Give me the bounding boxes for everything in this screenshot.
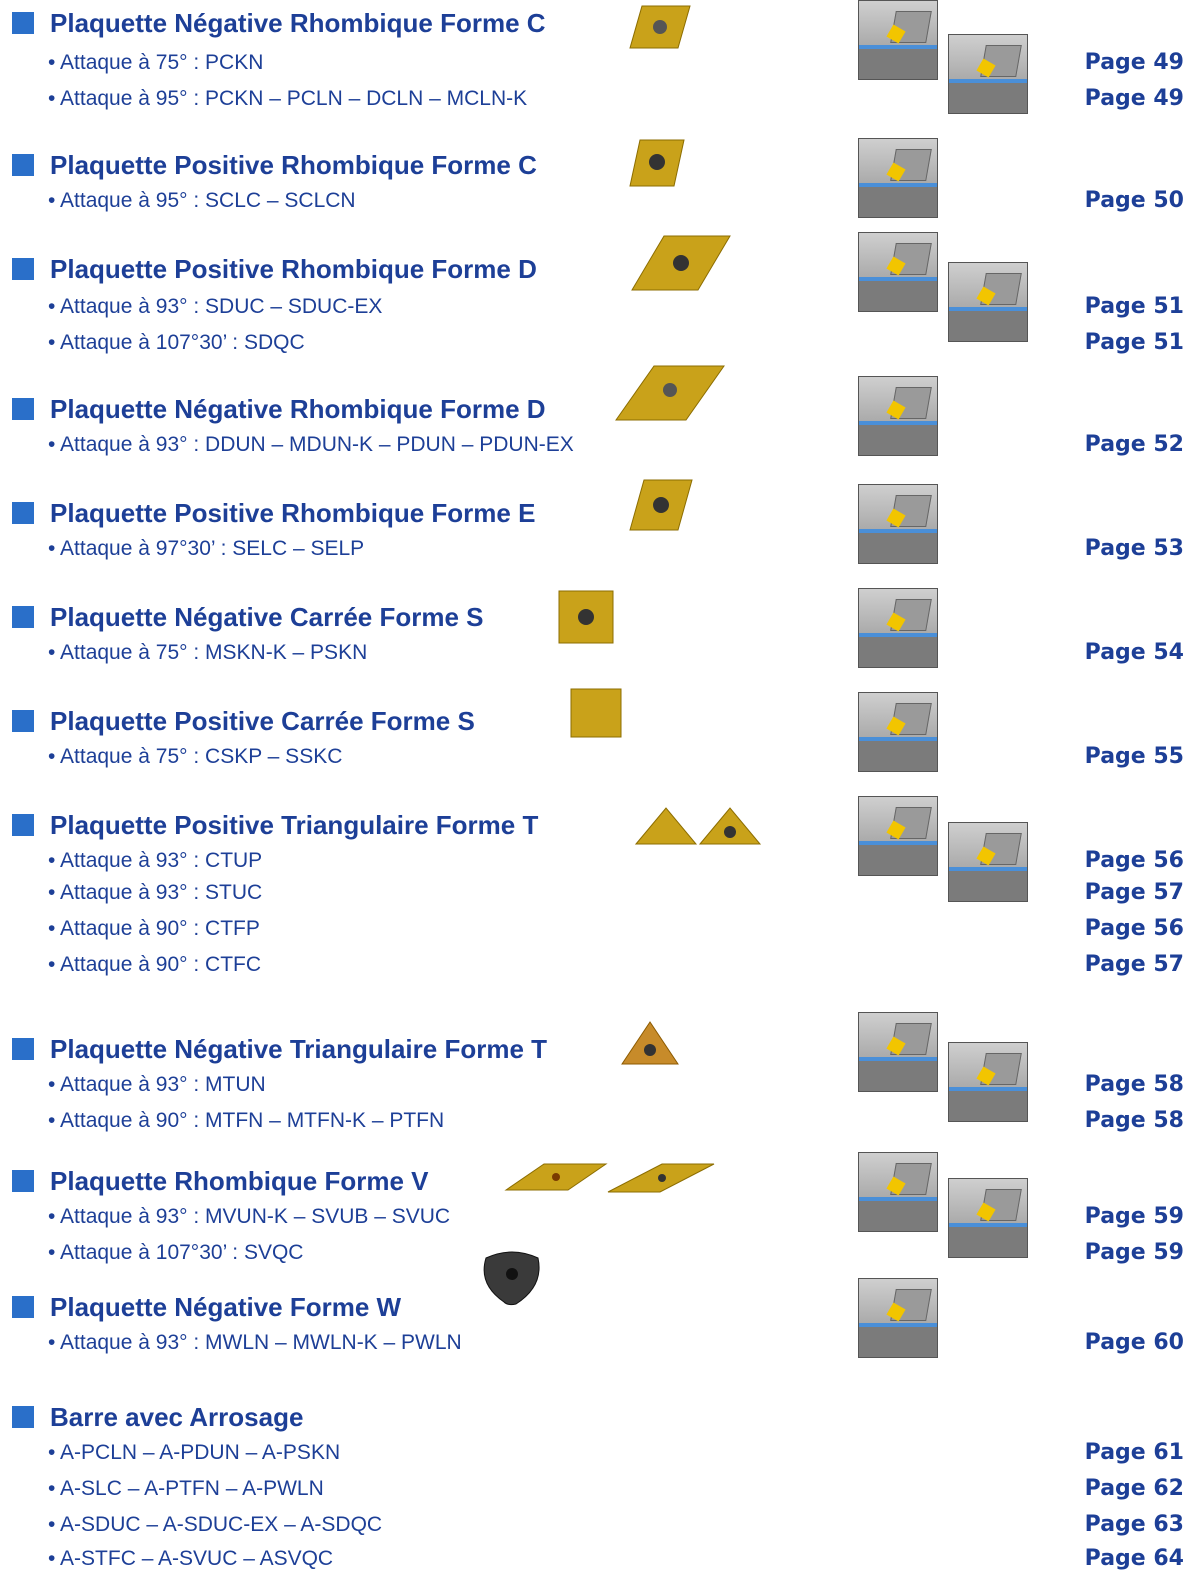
section-title: Plaquette Positive Carrée Forme S — [50, 706, 475, 736]
section-title: Plaquette Positive Rhombique Forme E — [50, 498, 536, 528]
turning-diagram-icon — [948, 822, 1028, 902]
spec-line: • Attaque à 95° : SCLC – SCLCN — [48, 189, 356, 212]
section-title: Plaquette Négative Carrée Forme S — [50, 602, 484, 632]
section-bullet-icon — [12, 1170, 34, 1192]
page-link[interactable]: Page 56 — [1085, 916, 1184, 942]
turning-diagram-icon — [858, 1012, 938, 1092]
spec-line: • A-SDUC – A-SDUC-EX – A-SDQC — [48, 1513, 383, 1536]
section-title: Plaquette Négative Rhombique Forme D — [50, 394, 546, 424]
page-link[interactable]: Page 51 — [1085, 330, 1184, 356]
turning-diagram-icon — [858, 484, 938, 564]
section-title: Barre avec Arrosage — [50, 1402, 304, 1432]
section-title: Plaquette Positive Rhombique Forme C — [50, 150, 537, 180]
spec-line: • Attaque à 97°30’ : SELC – SELP — [48, 537, 365, 560]
page-link[interactable]: Page 52 — [1085, 432, 1184, 458]
spec-line: • Attaque à 93° : MWLN – MWLN-K – PWLN — [48, 1331, 462, 1354]
spec-line: • Attaque à 93° : MTUN — [48, 1073, 266, 1096]
spec-line: • Attaque à 93° : SDUC – SDUC-EX — [48, 295, 383, 318]
page-link[interactable]: Page 64 — [1085, 1546, 1184, 1572]
page-link[interactable]: Page 57 — [1085, 880, 1184, 906]
section-bullet-icon — [12, 1406, 34, 1428]
spec-line: • Attaque à 107°30’ : SVQC — [48, 1241, 304, 1264]
insert-c-negative-icon — [629, 5, 691, 49]
spec-line: • Attaque à 75° : CSKP – SSKC — [48, 745, 343, 768]
page-link[interactable]: Page 60 — [1085, 1330, 1184, 1356]
section-bullet-icon — [12, 258, 34, 280]
page-link[interactable]: Page 49 — [1085, 50, 1184, 76]
section-bullet-icon — [12, 710, 34, 732]
page-link[interactable]: Page 63 — [1085, 1512, 1184, 1538]
spec-line: • Attaque à 93° : CTUP — [48, 849, 263, 872]
section-bullet-icon — [12, 1038, 34, 1060]
turning-diagram-icon — [858, 1278, 938, 1358]
page-link[interactable]: Page 54 — [1085, 640, 1184, 666]
insert-w-negative-icon — [483, 1251, 540, 1306]
section-title: Plaquette Négative Rhombique Forme C — [50, 8, 546, 38]
insert-d-positive-icon — [631, 235, 731, 291]
insert-t-negative-icon — [621, 1021, 679, 1065]
spec-line: • Attaque à 90° : MTFN – MTFN-K – PTFN — [48, 1109, 445, 1132]
page-link[interactable]: Page 51 — [1085, 294, 1184, 320]
spec-line: • A-STFC – A-SVUC – ASVQC — [48, 1547, 334, 1570]
spec-line: • Attaque à 95° : PCKN – PCLN – DCLN – M… — [48, 87, 528, 110]
section-title: Plaquette Positive Rhombique Forme D — [50, 254, 537, 284]
page-link[interactable]: Page 59 — [1085, 1240, 1184, 1266]
section-bullet-icon — [12, 606, 34, 628]
spec-line: • Attaque à 90° : CTFP — [48, 917, 260, 940]
section-bullet-icon — [12, 502, 34, 524]
page-link[interactable]: Page 58 — [1085, 1072, 1184, 1098]
section-title: Plaquette Positive Triangulaire Forme T — [50, 810, 539, 840]
section-title: Plaquette Négative Forme W — [50, 1292, 402, 1322]
turning-diagram-icon — [948, 262, 1028, 342]
page-link[interactable]: Page 55 — [1085, 744, 1184, 770]
spec-line: • Attaque à 75° : PCKN — [48, 51, 264, 74]
spec-line: • Attaque à 90° : CTFC — [48, 953, 262, 976]
spec-line: • A-SLC – A-PTFN – A-PWLN — [48, 1477, 324, 1500]
section-bullet-icon — [12, 12, 34, 34]
spec-line: • Attaque à 93° : STUC — [48, 881, 263, 904]
section-bullet-icon — [12, 814, 34, 836]
page-link[interactable]: Page 50 — [1085, 188, 1184, 214]
section-title: Plaquette Négative Triangulaire Forme T — [50, 1034, 548, 1064]
insert-t-positive-icon — [634, 807, 762, 845]
page-link[interactable]: Page 62 — [1085, 1476, 1184, 1502]
turning-diagram-icon — [858, 376, 938, 456]
insert-s-positive-icon — [570, 688, 622, 738]
page-link[interactable]: Page 57 — [1085, 952, 1184, 978]
page-link[interactable]: Page 49 — [1085, 86, 1184, 112]
page-link[interactable]: Page 61 — [1085, 1440, 1184, 1466]
turning-diagram-icon — [948, 34, 1028, 114]
insert-c-positive-icon — [629, 139, 685, 187]
turning-diagram-icon — [858, 796, 938, 876]
spec-line: • Attaque à 75° : MSKN-K – PSKN — [48, 641, 368, 664]
section-title: Plaquette Rhombique Forme V — [50, 1166, 429, 1196]
turning-diagram-icon — [858, 232, 938, 312]
insert-e-positive-icon — [629, 479, 693, 531]
turning-diagram-icon — [858, 588, 938, 668]
spec-line: • A-PCLN – A-PDUN – A-PSKN — [48, 1441, 341, 1464]
turning-diagram-icon — [948, 1178, 1028, 1258]
section-bullet-icon — [12, 154, 34, 176]
spec-line: • Attaque à 93° : MVUN-K – SVUB – SVUC — [48, 1205, 451, 1228]
page-link[interactable]: Page 56 — [1085, 848, 1184, 874]
section-bullet-icon — [12, 1296, 34, 1318]
turning-diagram-icon — [858, 0, 938, 80]
spec-line: • Attaque à 107°30’ : SDQC — [48, 331, 305, 354]
turning-diagram-icon — [858, 692, 938, 772]
turning-diagram-icon — [858, 138, 938, 218]
page-link[interactable]: Page 53 — [1085, 536, 1184, 562]
page-link[interactable]: Page 59 — [1085, 1204, 1184, 1230]
turning-diagram-icon — [858, 1152, 938, 1232]
insert-s-negative-icon — [558, 590, 614, 644]
turning-diagram-icon — [948, 1042, 1028, 1122]
spec-line: • Attaque à 93° : DDUN – MDUN-K – PDUN –… — [48, 433, 574, 456]
section-bullet-icon — [12, 398, 34, 420]
insert-d-negative-icon — [615, 365, 725, 421]
page-link[interactable]: Page 58 — [1085, 1108, 1184, 1134]
insert-v-icon — [504, 1163, 715, 1193]
